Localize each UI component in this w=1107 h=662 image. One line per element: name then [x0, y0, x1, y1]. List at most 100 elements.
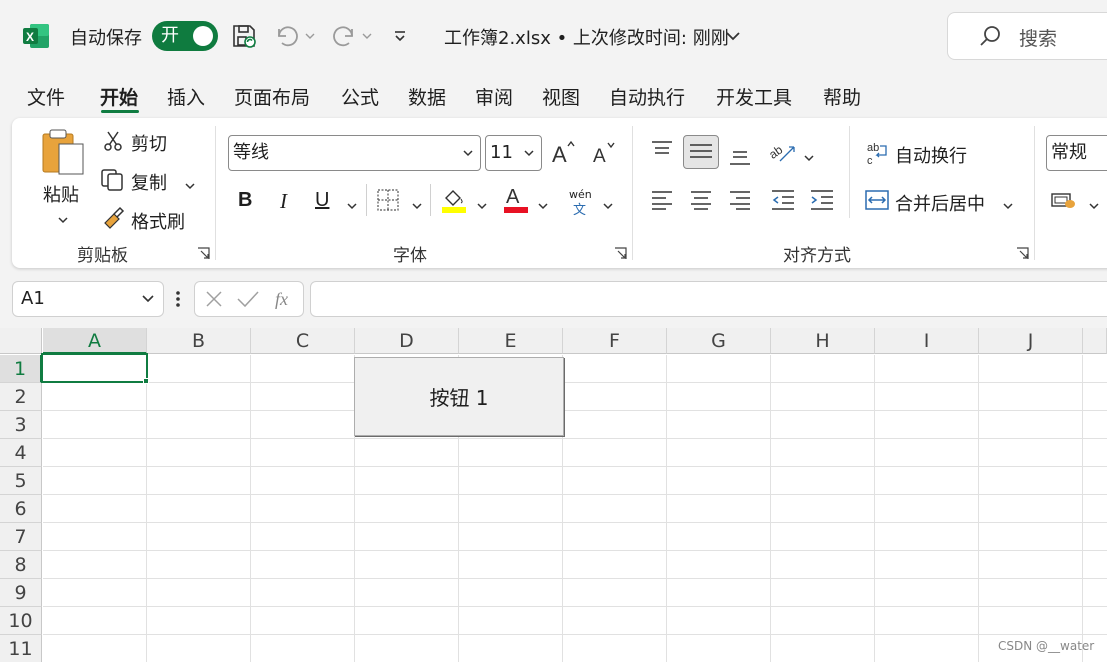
row-header-5[interactable]: 5 — [0, 467, 42, 495]
clipboard-launcher-icon[interactable] — [197, 245, 210, 259]
font-name-select[interactable]: 等线 — [228, 135, 481, 171]
align-center-icon[interactable] — [689, 190, 713, 210]
fill-color-icon[interactable] — [440, 186, 468, 214]
column-header-a[interactable]: A — [43, 328, 147, 354]
merge-center-dropdown-icon[interactable] — [1002, 196, 1014, 210]
tab-formulas[interactable]: 公式 — [341, 83, 379, 110]
row-header-7[interactable]: 7 — [0, 523, 42, 551]
redo-icon[interactable] — [329, 21, 359, 51]
confirm-icon[interactable] — [236, 289, 260, 309]
save-icon[interactable] — [229, 21, 259, 51]
form-control-button[interactable]: 按钮 1 — [354, 357, 564, 436]
undo-icon[interactable] — [272, 21, 302, 51]
merge-center-label[interactable]: 合并后居中 — [895, 190, 985, 216]
borders-dropdown-icon[interactable] — [411, 196, 423, 210]
column-header-h[interactable]: H — [771, 328, 875, 354]
phonetic-char[interactable]: 文 — [573, 199, 586, 218]
format-painter-label[interactable]: 格式刷 — [131, 208, 185, 234]
active-cell-a1[interactable] — [41, 353, 148, 383]
number-format-select[interactable]: 常规 — [1046, 135, 1107, 171]
column-header-b[interactable]: B — [147, 328, 251, 354]
copy-dropdown-icon[interactable] — [184, 176, 196, 190]
undo-dropdown-icon[interactable] — [304, 27, 316, 45]
font-color-dropdown-icon[interactable] — [537, 196, 549, 210]
row-header-6[interactable]: 6 — [0, 495, 42, 523]
paste-dropdown-icon[interactable] — [57, 210, 69, 224]
decrease-indent-icon[interactable] — [770, 189, 796, 211]
redo-dropdown-icon[interactable] — [361, 27, 373, 45]
text-orientation-dropdown-icon[interactable] — [803, 148, 815, 162]
copy-icon[interactable] — [100, 168, 126, 192]
bold-button[interactable]: B — [238, 189, 252, 212]
fill-color-dropdown-icon[interactable] — [476, 196, 488, 210]
cut-icon[interactable] — [102, 130, 124, 152]
align-right-icon[interactable] — [728, 190, 752, 210]
column-header-f[interactable]: F — [563, 328, 667, 354]
align-left-icon[interactable] — [650, 190, 674, 210]
underline-button[interactable]: U — [315, 189, 329, 212]
row-header-9[interactable]: 9 — [0, 579, 42, 607]
row-header-3[interactable]: 3 — [0, 411, 42, 439]
align-bottom-icon[interactable] — [728, 144, 752, 166]
font-color-icon[interactable]: A — [502, 184, 530, 214]
merge-center-icon[interactable] — [865, 188, 889, 212]
wrap-text-icon[interactable]: ab c — [866, 140, 890, 167]
autosave-toggle[interactable]: 开 — [152, 21, 218, 51]
borders-icon[interactable] — [376, 188, 400, 212]
row-header-8[interactable]: 8 — [0, 551, 42, 579]
align-top-icon[interactable] — [650, 140, 674, 160]
column-header-j[interactable]: J — [979, 328, 1083, 354]
row-header-1[interactable]: 1 — [0, 355, 42, 383]
format-painter-icon[interactable] — [102, 205, 126, 229]
accounting-format-icon[interactable] — [1050, 188, 1078, 212]
column-header-g[interactable]: G — [667, 328, 771, 354]
tab-data[interactable]: 数据 — [408, 83, 446, 110]
column-header-i[interactable]: I — [875, 328, 979, 354]
increase-font-size-icon[interactable]: A — [551, 138, 577, 167]
document-title[interactable]: 工作簿2.xlsx • 上次修改时间: 刚刚 — [444, 24, 729, 50]
tab-review[interactable]: 审阅 — [475, 83, 513, 110]
alignment-launcher-icon[interactable] — [1016, 245, 1029, 259]
phonetic-dropdown-icon[interactable] — [602, 196, 614, 210]
select-all-corner[interactable] — [0, 328, 42, 354]
font-size-select[interactable]: 11 — [485, 135, 542, 171]
fill-handle[interactable] — [143, 378, 149, 384]
text-orientation-icon[interactable]: ab — [766, 139, 798, 165]
tab-page-layout[interactable]: 页面布局 — [234, 83, 310, 110]
tab-automate[interactable]: 自动执行 — [609, 83, 685, 110]
tab-home[interactable]: 开始 — [100, 83, 138, 110]
paste-icon[interactable] — [40, 128, 86, 178]
chevron-down-icon[interactable] — [141, 293, 155, 305]
row-header-2[interactable]: 2 — [0, 383, 42, 411]
column-header-d[interactable]: D — [355, 328, 459, 354]
column-header-e[interactable]: E — [459, 328, 563, 354]
formula-input[interactable] — [310, 281, 1107, 317]
insert-function-icon[interactable]: fx — [273, 286, 299, 312]
copy-label[interactable]: 复制 — [131, 169, 167, 195]
tab-help[interactable]: 帮助 — [823, 83, 861, 110]
row-header-4[interactable]: 4 — [0, 439, 42, 467]
italic-button[interactable]: I — [280, 189, 287, 214]
increase-indent-icon[interactable] — [809, 189, 835, 211]
tab-view[interactable]: 视图 — [542, 83, 580, 110]
tab-developer[interactable]: 开发工具 — [716, 83, 792, 110]
column-header-c[interactable]: C — [251, 328, 355, 354]
more-options-icon[interactable] — [173, 288, 183, 310]
wrap-text-label[interactable]: 自动换行 — [895, 142, 967, 168]
cut-label[interactable]: 剪切 — [131, 130, 167, 156]
tab-insert[interactable]: 插入 — [167, 83, 205, 110]
font-launcher-icon[interactable] — [614, 245, 627, 259]
search-placeholder[interactable]: 搜索 — [1019, 24, 1057, 51]
decrease-font-size-icon[interactable]: A — [592, 140, 618, 167]
column-header-k[interactable] — [1083, 328, 1107, 354]
row-header-11[interactable]: 11 — [0, 635, 42, 662]
tab-file[interactable]: 文件 — [27, 83, 65, 110]
cancel-icon[interactable] — [204, 289, 224, 309]
row-header-10[interactable]: 10 — [0, 607, 42, 635]
paste-label[interactable]: 粘贴 — [43, 181, 79, 207]
accounting-format-dropdown-icon[interactable] — [1088, 196, 1100, 210]
align-middle-icon[interactable] — [683, 135, 719, 169]
underline-dropdown-icon[interactable] — [346, 196, 358, 210]
customize-toolbar-icon[interactable] — [391, 26, 409, 46]
chevron-down-icon[interactable] — [724, 28, 742, 44]
